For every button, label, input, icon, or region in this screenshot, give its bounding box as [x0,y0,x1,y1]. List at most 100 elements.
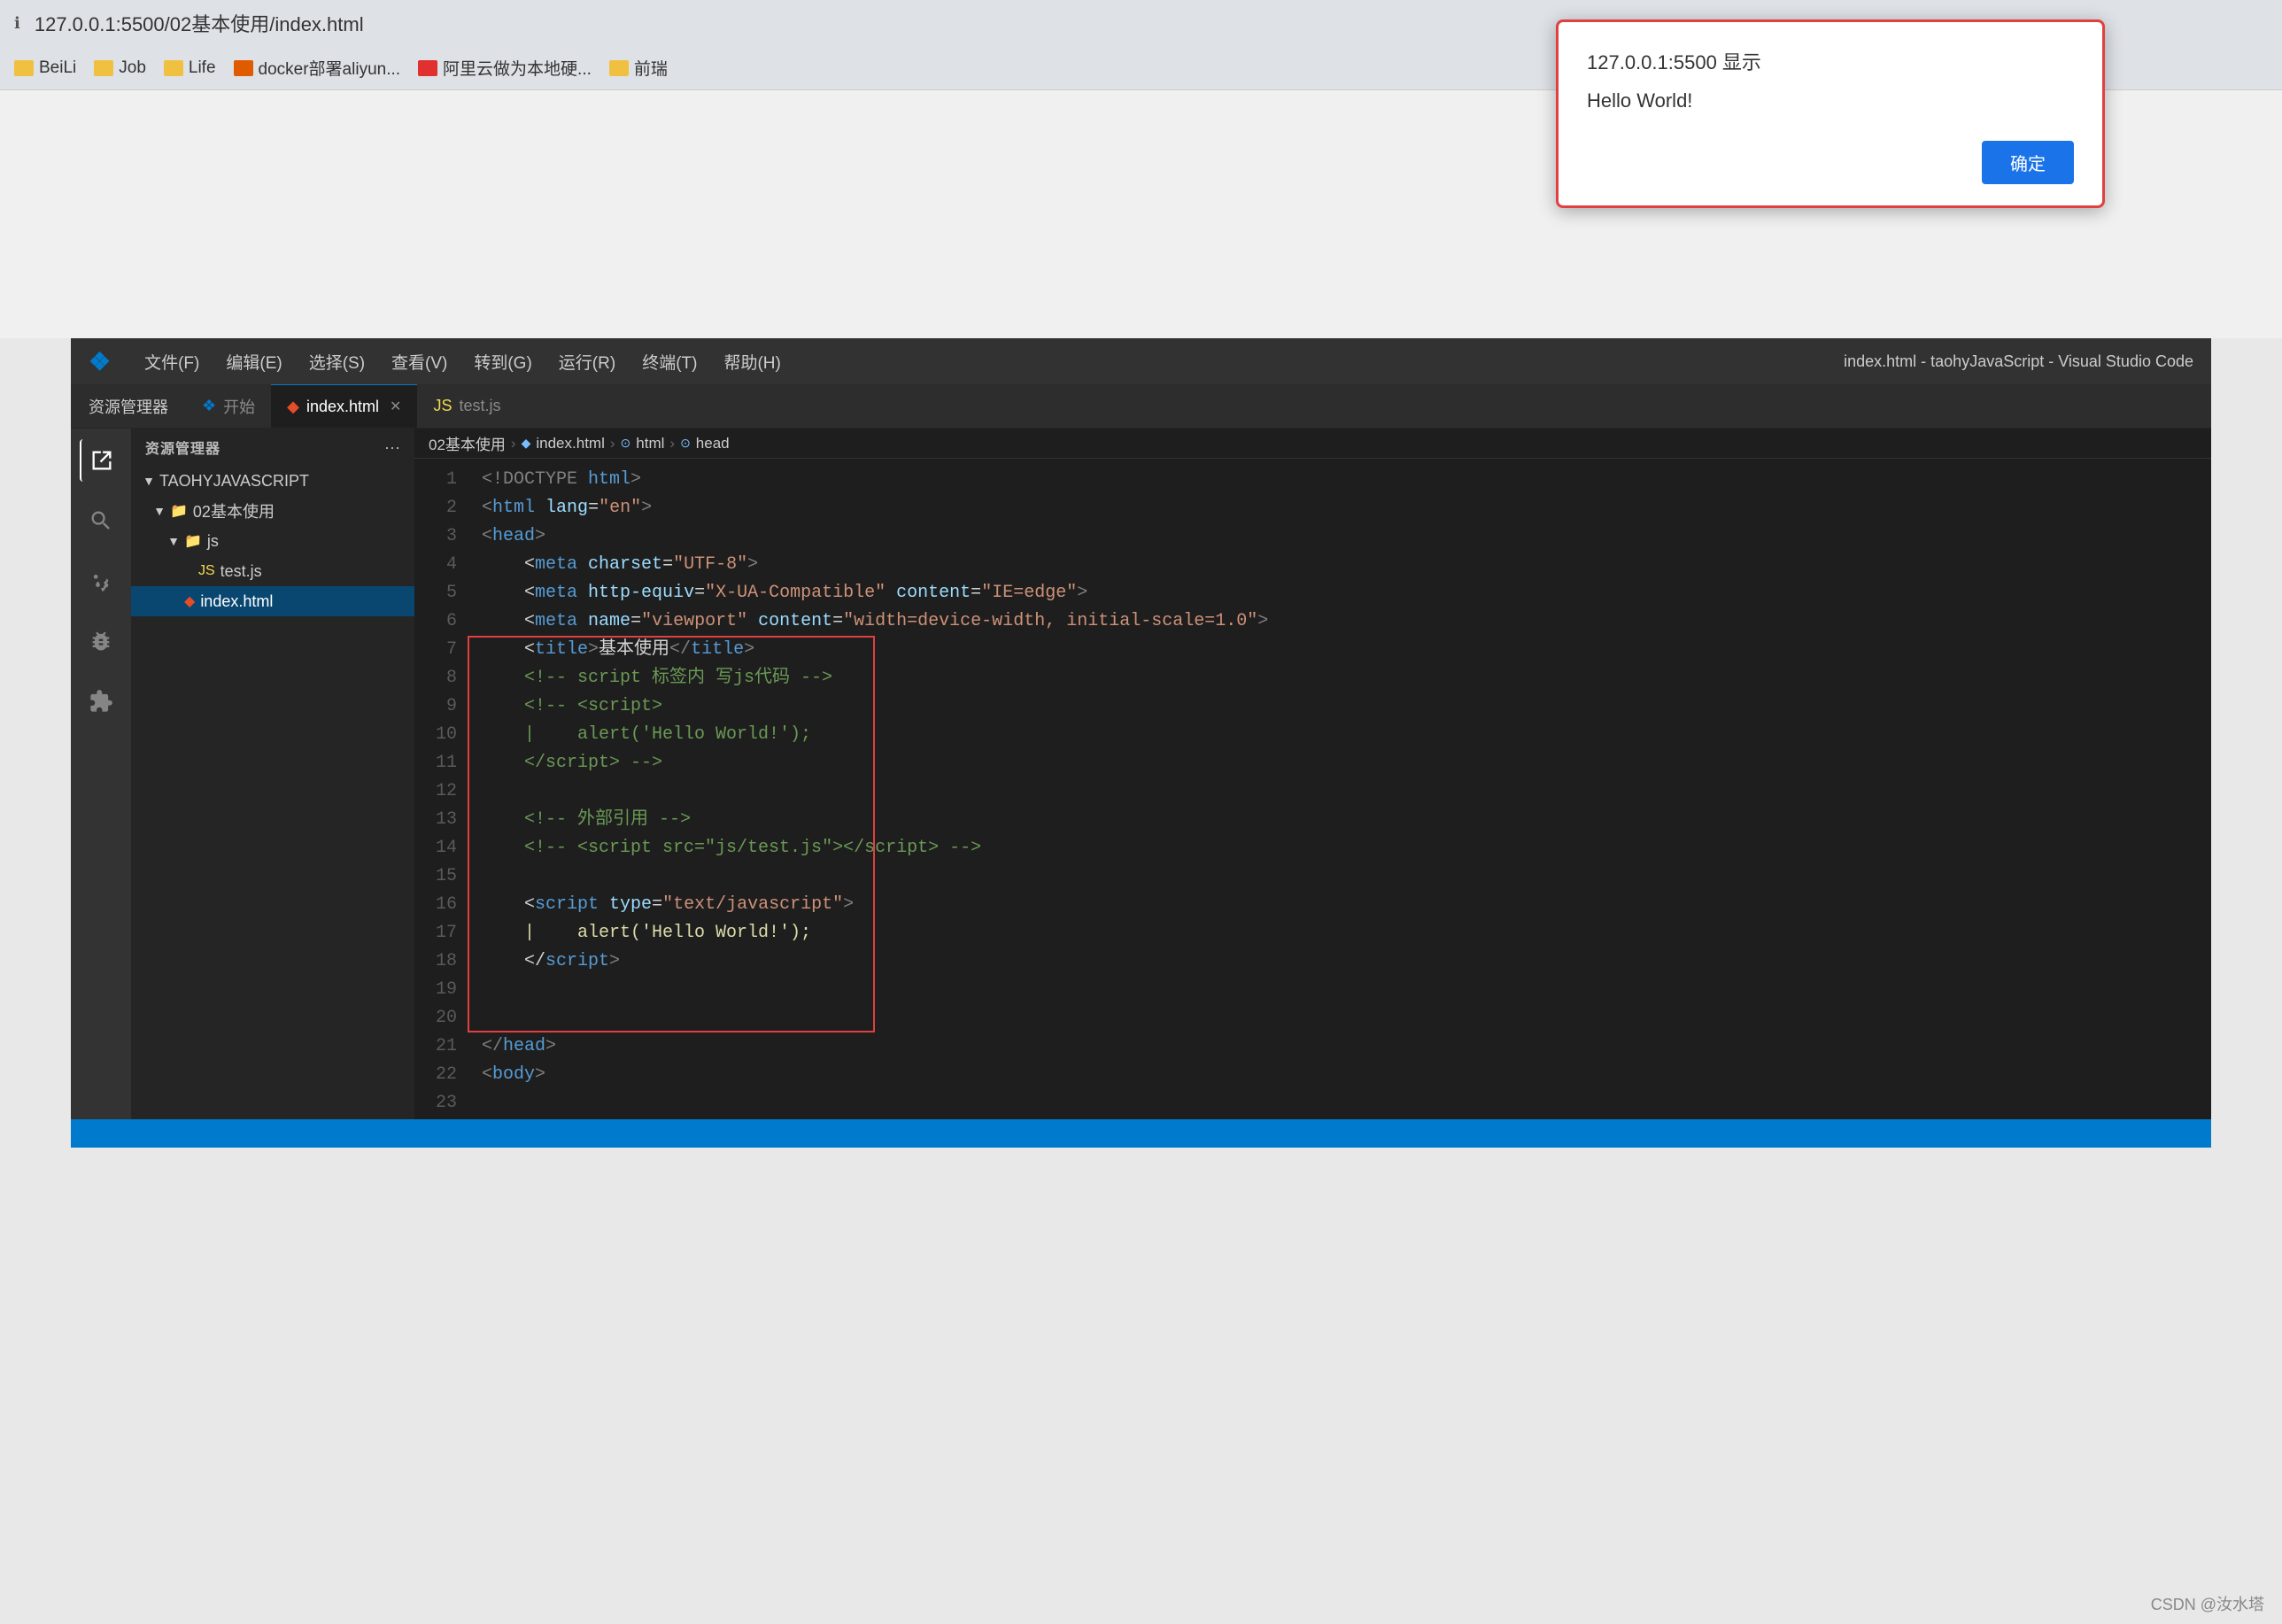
vscode-logo-icon: ❖ [89,347,111,376]
vscode-main-area: 资源管理器 ··· ▼ TAOHYJAVASCRIPT ▼ 📁 02基本使用 ▼ [71,429,2211,1119]
code-line-6: <meta name="viewport" content="width=dev… [468,607,2211,636]
bookmark-icon-front [609,60,629,76]
code-line-16: <script type="text/javascript"> [468,891,2211,919]
code-line-20 [468,1004,2211,1032]
code-line-8: <!-- script 标签内 写js代码 --> [468,664,2211,692]
bookmark-aliyun[interactable]: 阿里云做为本地硬... [418,56,592,80]
code-content[interactable]: <!DOCTYPE html> <html lang="en"> <head> … [468,459,2211,1119]
testjs-icon: JS [198,563,215,579]
breadcrumb-sep2: › [610,435,615,452]
menu-run[interactable]: 运行(R) [559,350,615,374]
menu-goto[interactable]: 转到(G) [474,350,531,374]
bookmark-label-docker: docker部署aliyun... [259,56,401,80]
menu-terminal[interactable]: 终端(T) [642,350,697,374]
tab-index-html[interactable]: ◆ index.html ✕ [271,384,417,428]
bookmark-label-aliyun: 阿里云做为本地硬... [443,56,592,80]
tree-root-arrow: ▼ [142,474,156,488]
sidebar-header: 资源管理器 ··· [131,429,414,466]
bookmark-label-job: Job [119,58,146,78]
tree-root-label: TAOHYJAVASCRIPT [159,472,309,491]
alert-dialog-message: Hello World! [1587,89,2074,112]
activity-extensions-icon[interactable] [80,680,122,723]
tab-close-icon[interactable]: ✕ [390,398,401,415]
breadcrumb-02[interactable]: 02基本使用 [429,432,506,454]
vscode-window: ❖ 文件(F) 编辑(E) 选择(S) 查看(V) 转到(G) 运行(R) 终端… [71,338,2211,1148]
breadcrumb-indexhtml-icon: ◆ [522,436,531,451]
tab-testjs-label: test.js [459,397,500,415]
code-line-18: </script> [468,947,2211,976]
alert-ok-button[interactable]: 确定 [1982,141,2074,184]
sidebar-file-tree: ▼ TAOHYJAVASCRIPT ▼ 📁 02基本使用 ▼ 📁 js [131,466,414,1119]
vscode-titlebar: ❖ 文件(F) 编辑(E) 选择(S) 查看(V) 转到(G) 运行(R) 终端… [71,338,2211,384]
js-file-tab-icon: JS [433,397,452,415]
tree-file-testjs[interactable]: JS test.js [131,556,414,586]
activity-source-control-icon[interactable] [80,560,122,602]
bookmark-icon-docker [234,60,253,76]
tree-folder-arrow: ▼ [152,504,166,518]
sidebar-header-title: 资源管理器 [145,437,220,458]
sidebar-more-icon[interactable]: ··· [384,438,400,457]
bookmark-label-beili: BeiLi [39,58,76,78]
sidebar-panel-label: 资源管理器 [89,395,168,418]
sidebar-panel-title: 资源管理器 [71,384,186,428]
code-line-1: <!DOCTYPE html> [468,466,2211,494]
tab-start-label: 开始 [223,395,255,418]
bookmark-job[interactable]: Job [94,58,146,78]
code-editor-area[interactable]: 12345 678910 1112131415 1617181920 21222… [414,459,2211,1119]
tab-test-js[interactable]: JS test.js [417,384,516,428]
vscode-statusbar [71,1119,2211,1148]
activity-debug-icon[interactable] [80,620,122,662]
code-line-2: <html lang="en"> [468,494,2211,522]
alert-dialog-footer: 确定 [1587,141,2074,184]
code-line-11: </script> --> [468,749,2211,777]
bookmark-docker[interactable]: docker部署aliyun... [234,56,401,80]
browser-url[interactable]: 127.0.0.1:5500/02基本使用/index.html [35,9,364,37]
breadcrumb-head-icon: ⊙ [680,436,691,451]
breadcrumb-indexhtml[interactable]: index.html [536,435,604,452]
vscode-tabbar: 资源管理器 ❖ 开始 ◆ index.html ✕ JS test.js [71,384,2211,429]
tree-testjs-label: test.js [220,562,262,581]
csdn-watermark: CSDN @汝水塔 [2151,1592,2264,1615]
vscode-breadcrumb: 02基本使用 › ◆ index.html › ⊙ html › ⊙ head [414,429,2211,459]
bookmark-life[interactable]: Life [164,58,216,78]
activity-search-icon[interactable] [80,499,122,542]
menu-file[interactable]: 文件(F) [144,350,199,374]
code-line-19 [468,976,2211,1004]
tab-indexhtml-label: index.html [306,398,379,416]
code-line-5: <meta http-equiv="X-UA-Compatible" conte… [468,579,2211,607]
breadcrumb-sep3: › [669,435,675,452]
tree-folder-basic[interactable]: ▼ 📁 02基本使用 [131,496,414,526]
bookmark-label-front: 前瑞 [634,56,668,80]
code-line-22: <body> [468,1061,2211,1089]
menu-view[interactable]: 查看(V) [391,350,447,374]
code-line-13: <!-- 外部引用 --> [468,806,2211,834]
tree-root-item[interactable]: ▼ TAOHYJAVASCRIPT [131,466,414,496]
activity-explorer-icon[interactable] [80,439,122,482]
tree-file-indexhtml[interactable]: ◆ index.html [131,586,414,616]
menu-edit[interactable]: 编辑(E) [226,350,282,374]
menu-help[interactable]: 帮助(H) [723,350,780,374]
breadcrumb-head[interactable]: head [696,435,730,452]
bookmark-icon-job [94,60,113,76]
alert-dialog-title: 127.0.0.1:5500 显示 [1587,47,2074,75]
tree-js-folder-arrow: ▼ [166,534,181,548]
tree-folder-basic-label: 02基本使用 [193,499,275,522]
bookmark-front[interactable]: 前瑞 [609,56,668,80]
breadcrumb-sep1: › [511,435,516,452]
menu-select[interactable]: 选择(S) [309,350,365,374]
info-icon: ℹ [14,14,20,33]
bookmark-beili[interactable]: BeiLi [14,58,76,78]
breadcrumb-html[interactable]: html [636,435,664,452]
tree-folder-js[interactable]: ▼ 📁 js [131,526,414,556]
vscode-activitybar [71,429,131,1119]
code-line-12 [468,777,2211,806]
vscode-window-title: index.html - taohyJavaScript - Visual St… [1844,352,2193,371]
vscode-start-icon: ❖ [202,397,216,415]
bookmark-icon-beili [14,60,34,76]
bookmark-icon-aliyun [418,60,437,76]
code-line-9: <!-- <script> [468,692,2211,721]
folder-icon: 📁 [170,502,188,520]
tab-start[interactable]: ❖ 开始 [186,384,271,428]
code-line-24: </body> [468,1117,2211,1119]
code-line-3: <head> [468,522,2211,551]
